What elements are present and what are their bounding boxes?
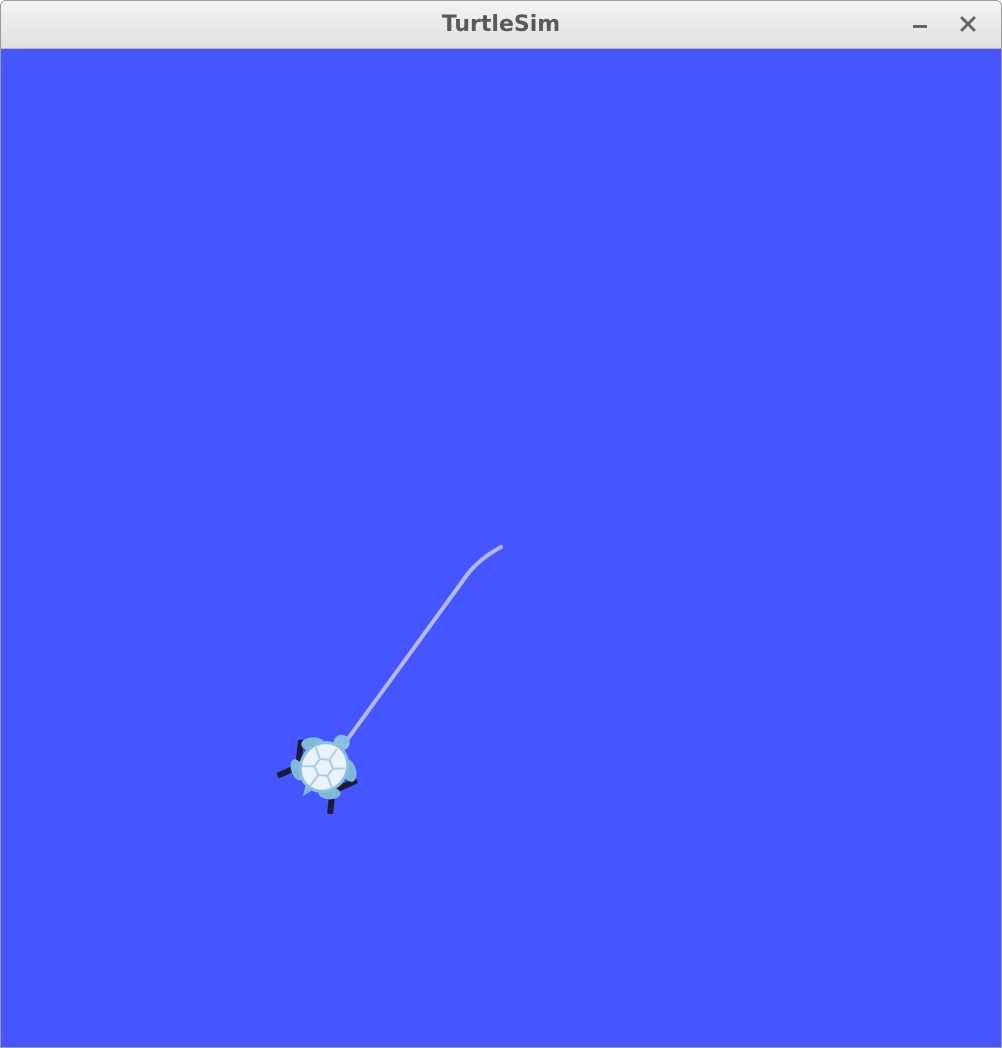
minimize-icon: [913, 25, 927, 28]
turtle-trail: [337, 545, 503, 753]
turtlesim-window: TurtleSim: [0, 0, 1002, 1048]
close-button[interactable]: [951, 7, 985, 41]
turtle-icon: [276, 734, 358, 815]
close-icon: [960, 16, 976, 32]
turtle-canvas: [1, 49, 1001, 1047]
minimize-button[interactable]: [903, 7, 937, 41]
title-bar[interactable]: TurtleSim: [1, 1, 1001, 49]
window-title: TurtleSim: [441, 12, 561, 37]
canvas-drawing: [276, 545, 503, 815]
